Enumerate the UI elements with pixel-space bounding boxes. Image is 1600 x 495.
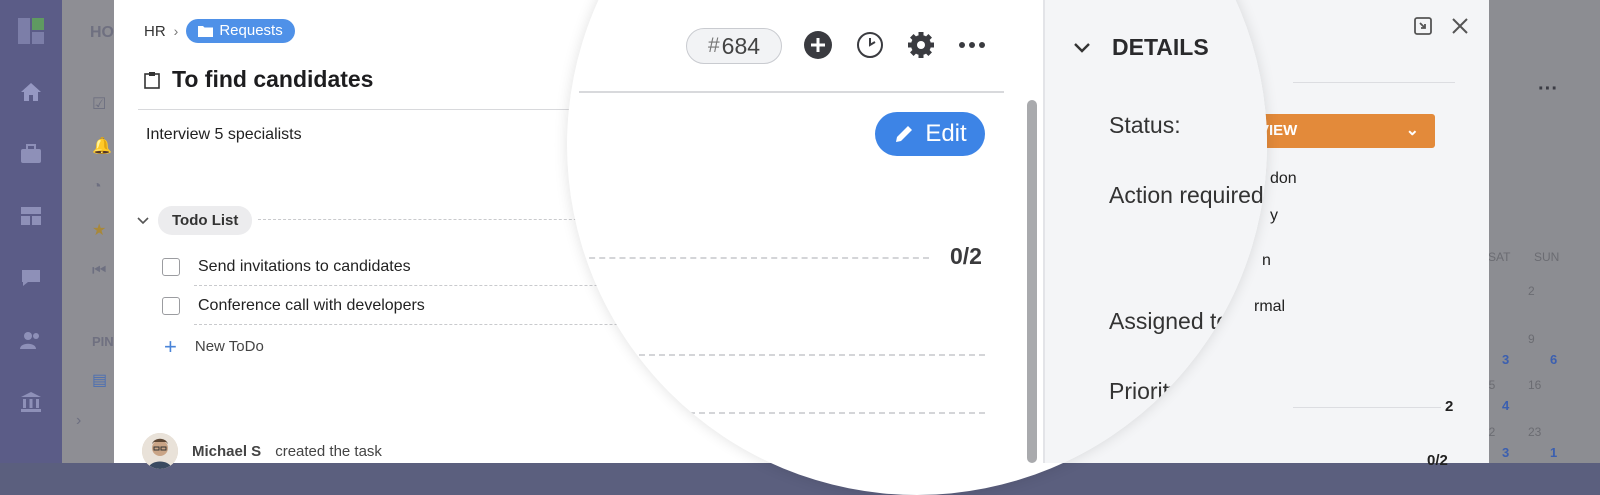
star-icon: ★ [92,222,107,239]
timer-icon: ◔ [92,178,102,195]
plus-icon: + [164,333,177,359]
assigned-to-label: Assigned to: [1109,308,1236,334]
activity-user[interactable]: Michael S [192,443,261,460]
calendar-date: 16 [1528,378,1542,392]
background-more-icon: ··· [1538,78,1558,100]
task-id: 684 [721,32,761,59]
pinned-label: PIN [92,334,114,349]
todo-list-title: Todo List [158,206,253,235]
progress-line [1293,407,1441,408]
chevron-right-icon: › [173,23,179,39]
edit-button[interactable]: Edit [875,112,985,156]
calendar-day-sat: SAT [1488,250,1511,264]
breadcrumb-root[interactable]: HR [144,23,166,40]
chat-icon[interactable] [18,266,44,292]
magnified-todo-divider [579,257,929,259]
task-description[interactable]: Interview 5 specialists [146,126,302,144]
breadcrumb-current[interactable]: Requests [186,19,295,43]
progress-fraction: 0/2 [1427,452,1448,469]
plus-circle-icon[interactable] [803,30,833,60]
list-icon: ▤ [92,372,108,389]
todo-item: Send invitations to candidates [162,258,411,276]
details-divider [1293,82,1455,83]
calendar-count: 4 [1502,398,1510,413]
breadcrumb: HR › Requests [144,19,295,43]
task-id-badge: # 684 [686,28,782,64]
task-title[interactable]: To find candidates [172,66,373,93]
bell-icon: 🔔 [92,138,112,155]
todo-list-header[interactable]: Todo List [136,206,253,235]
breadcrumb-current-label: Requests [219,22,283,39]
magnified-divider [579,354,985,356]
close-icon[interactable] [1450,16,1470,42]
todo-item-label[interactable]: Send invitations to candidates [198,258,411,276]
action-required-label: Action required [1109,182,1264,208]
chevron-down-icon[interactable] [136,216,150,226]
chevron-right-icon: › [76,412,82,429]
folder-icon [198,25,214,37]
magnifier-lens: # 684 Edit 0/2 DETAILS Status: Action re… [567,0,1267,495]
todo-item: Conference call with developers [162,297,425,315]
status-label: Status: [1109,112,1181,138]
check-icon: ☑ [92,96,107,113]
avatar[interactable] [142,433,178,469]
clipboard-icon [144,71,160,89]
chevron-down-icon: ⌄ [1405,122,1419,139]
details-header[interactable]: DETAILS [1072,34,1209,61]
page-title: To find candidates [144,66,373,93]
details-title: DETAILS [1112,34,1209,60]
gear-icon[interactable] [906,30,936,60]
chevron-down-icon[interactable] [1072,41,1092,55]
clock-icon[interactable] [855,30,885,60]
calendar-day-sun: SUN [1534,250,1560,264]
magnified-title-divider [579,91,1004,93]
bank-icon[interactable] [18,390,44,416]
todo-item-label[interactable]: Conference call with developers [198,297,425,315]
collapse-icon: ⏮ [92,262,107,279]
new-todo-label: New ToDo [194,338,264,355]
priority-label: Priority: [1109,378,1187,404]
home-icon[interactable] [18,80,44,106]
more-icon[interactable] [957,30,987,60]
edit-button-label: Edit [925,120,967,147]
todo-checkbox[interactable] [162,258,180,276]
status-select[interactable]: VIEW ⌄ [1249,114,1435,148]
task-id-prefix: # [707,34,720,57]
briefcase-icon[interactable] [18,142,44,168]
new-todo-button[interactable]: + New ToDo [164,333,264,359]
pencil-icon [896,126,913,142]
detail-value: don [1270,170,1297,187]
calendar-date: 9 [1528,332,1535,346]
activity-entry: Michael S created the task [142,433,382,469]
magnified-scrollbar[interactable] [1027,100,1037,463]
magnified-divider [579,412,985,414]
minimize-icon[interactable] [1413,16,1433,42]
detail-value: y [1270,207,1278,224]
calendar-count: 6 [1550,352,1558,367]
todo-count: 0/2 [950,243,982,269]
background-nav-title: HO [90,24,114,41]
calendar-date: 2 [1528,284,1535,298]
calendar-count: 3 [1502,352,1510,367]
dashboard-icon[interactable] [18,204,44,230]
todo-checkbox[interactable] [162,297,180,315]
calendar-count: 1 [1550,445,1558,460]
activity-action: created the task [275,442,382,460]
app-logo [18,18,44,44]
app-rail [0,0,62,463]
users-icon[interactable] [18,328,44,354]
calendar-date: 23 [1528,425,1542,439]
calendar-count: 3 [1502,445,1510,460]
progress-count: 2 [1445,398,1454,415]
